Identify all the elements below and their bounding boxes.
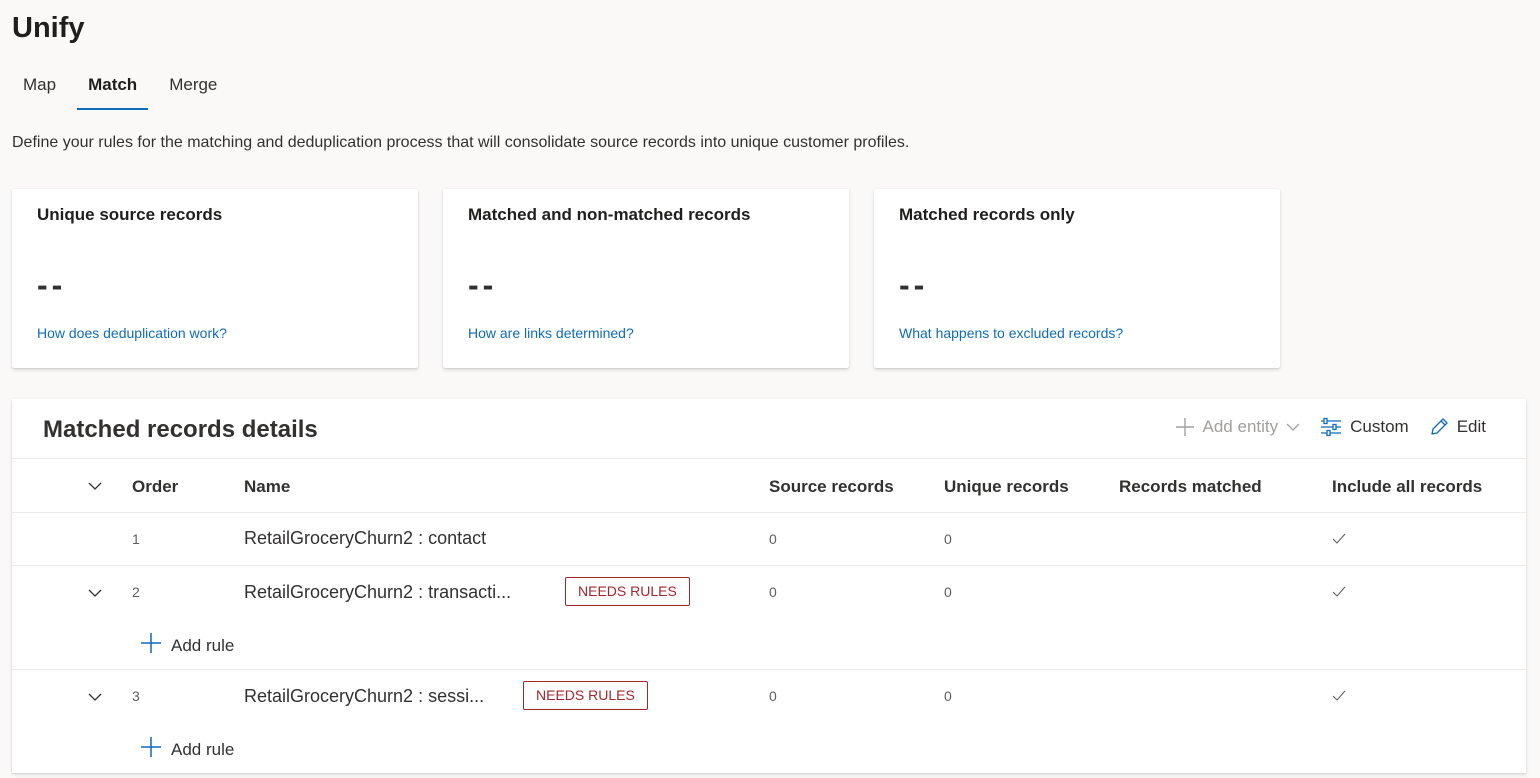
needs-rules-badge: NEEDS RULES [523, 681, 648, 710]
add-rule-label: Add rule [171, 739, 235, 759]
add-rule-button[interactable]: Add rule [140, 632, 234, 659]
row-source-records: 0 [769, 688, 777, 704]
row-name: RetailGroceryChurn2 : transacti... [244, 582, 512, 602]
page-title: Unify [12, 12, 85, 44]
card-unique-source-records: Unique source records -- How does dedupl… [12, 189, 418, 368]
column-header-order[interactable]: Order [132, 459, 178, 514]
card-title: Matched records only [899, 205, 1075, 224]
checkmark-icon [1332, 585, 1346, 603]
tab-match[interactable]: Match [77, 72, 149, 110]
edit-label: Edit [1456, 417, 1486, 436]
panel-title: Matched records details [43, 416, 318, 443]
row-order: 1 [132, 531, 140, 547]
add-entity-label: Add entity [1202, 417, 1279, 436]
add-rule-label: Add rule [171, 635, 235, 655]
tab-map[interactable]: Map [12, 72, 67, 110]
add-rule-button[interactable]: Add rule [140, 736, 234, 763]
card-title: Matched and non-matched records [468, 205, 751, 224]
row-order: 2 [132, 584, 140, 600]
chevron-down-icon [1286, 420, 1300, 434]
add-icon [140, 736, 162, 763]
matched-records-panel: Matched records details Add entity Custo… [12, 399, 1526, 773]
sliders-icon [1320, 417, 1342, 437]
expand-chevron-icon[interactable] [87, 585, 103, 606]
add-icon [1175, 417, 1195, 437]
card-help-link[interactable]: How does deduplication work? [37, 325, 227, 341]
custom-label: Custom [1350, 417, 1409, 436]
tab-bar: Map Match Merge [12, 72, 238, 110]
custom-button[interactable]: Custom [1320, 417, 1409, 437]
row-order: 3 [132, 688, 140, 704]
row-name: RetailGroceryChurn2 : contact [244, 528, 487, 548]
column-header-source-records[interactable]: Source records [769, 459, 894, 514]
card-value: -- [37, 267, 67, 303]
checkmark-icon [1332, 532, 1346, 550]
table-row[interactable]: 3 RetailGroceryChurn2 : sessi... NEEDS R… [12, 670, 1526, 773]
table-header: Order Name Source records Unique records… [12, 458, 1526, 513]
card-value: -- [468, 267, 498, 303]
card-title: Unique source records [37, 205, 223, 224]
row-unique-records: 0 [944, 688, 952, 704]
card-value: -- [899, 267, 929, 303]
card-help-link[interactable]: How are links determined? [468, 325, 634, 341]
tab-merge[interactable]: Merge [158, 72, 228, 110]
table-row[interactable]: 2 RetailGroceryChurn2 : transacti... NEE… [12, 566, 1526, 670]
column-header-include-all-records[interactable]: Include all records [1332, 459, 1482, 514]
checkmark-icon [1332, 689, 1346, 707]
pencil-icon [1429, 417, 1449, 437]
column-header-name[interactable]: Name [244, 459, 290, 514]
card-help-link[interactable]: What happens to excluded records? [899, 325, 1123, 341]
panel-toolbar: Add entity Custom Edit [1175, 417, 1486, 437]
needs-rules-badge: NEEDS RULES [565, 577, 690, 606]
collapse-all-chevron-icon[interactable] [87, 478, 103, 499]
expand-chevron-icon[interactable] [87, 689, 103, 710]
add-entity-button[interactable]: Add entity [1175, 417, 1301, 437]
row-source-records: 0 [769, 584, 777, 600]
row-unique-records: 0 [944, 584, 952, 600]
column-header-records-matched[interactable]: Records matched [1119, 459, 1262, 514]
edit-button[interactable]: Edit [1429, 417, 1486, 437]
row-unique-records: 0 [944, 531, 952, 547]
row-name: RetailGroceryChurn2 : sessi... [244, 686, 485, 706]
add-icon [140, 632, 162, 659]
page-description: Define your rules for the matching and d… [12, 134, 910, 151]
row-source-records: 0 [769, 531, 777, 547]
card-matched-and-non-matched: Matched and non-matched records -- How a… [443, 189, 849, 368]
column-header-unique-records[interactable]: Unique records [944, 459, 1069, 514]
card-matched-records-only: Matched records only -- What happens to … [874, 189, 1280, 368]
table-row[interactable]: 1 RetailGroceryChurn2 : contact 0 0 [12, 513, 1526, 566]
